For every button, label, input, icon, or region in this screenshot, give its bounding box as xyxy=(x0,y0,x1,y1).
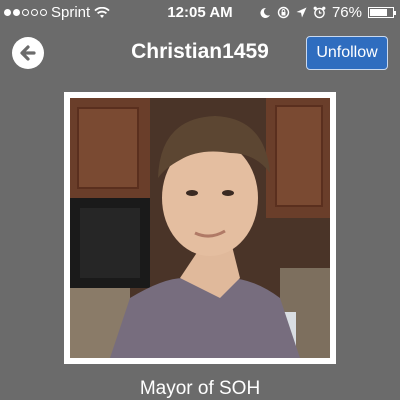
profile-photo[interactable] xyxy=(70,98,330,358)
unfollow-button[interactable]: Unfollow xyxy=(306,36,388,70)
nav-bar: Christian1459 Unfollow xyxy=(0,30,400,76)
moon-icon xyxy=(260,7,270,18)
alarm-icon xyxy=(313,6,326,19)
battery-percent: 76% xyxy=(331,4,362,21)
profile-photo-frame xyxy=(64,92,336,364)
location-arrow-icon xyxy=(296,7,307,18)
status-right: 76% xyxy=(259,4,396,21)
rotation-lock-icon xyxy=(277,6,290,19)
profile-caption: Mayor of SOH xyxy=(139,378,261,399)
battery-icon xyxy=(368,7,396,18)
battery-cap xyxy=(394,11,396,15)
battery-fill xyxy=(370,9,387,16)
status-bar: Sprint 12:05 AM 76% xyxy=(0,0,400,24)
